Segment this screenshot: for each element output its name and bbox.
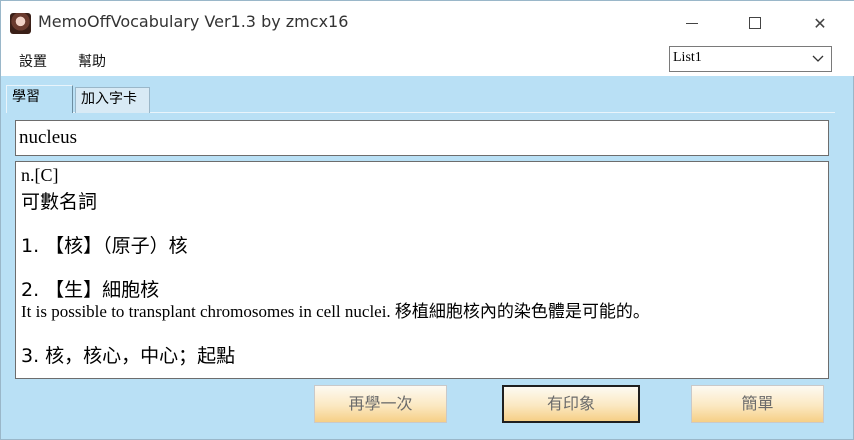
part-of-speech: n.[C] [21, 165, 59, 185]
app-window: MemoOffVocabulary Ver1.3 by zmcx16 ✕ 設置 … [0, 0, 854, 440]
close-icon: ✕ [813, 13, 827, 33]
minimize-button[interactable] [669, 1, 715, 45]
maximize-icon [749, 17, 761, 29]
example-sentence: It is possible to transplant chromosomes… [21, 302, 650, 321]
learn-again-button[interactable]: 再學一次 [314, 385, 447, 423]
word-field[interactable]: nucleus [15, 120, 829, 156]
list-select[interactable]: List1 [669, 46, 832, 72]
window-title: MemoOffVocabulary Ver1.3 by zmcx16 [38, 12, 349, 31]
maximize-button[interactable] [732, 1, 778, 45]
app-icon [10, 13, 31, 34]
minimize-icon [686, 22, 698, 24]
sense-3: 3. 核，核心，中心；起點 [21, 345, 236, 367]
menu-help[interactable]: 幫助 [78, 51, 106, 71]
easy-button[interactable]: 簡單 [691, 385, 824, 423]
impression-button[interactable]: 有印象 [502, 385, 640, 423]
close-button[interactable]: ✕ [797, 1, 843, 45]
menu-settings[interactable]: 設置 [19, 51, 47, 71]
tab-add-card[interactable]: 加入字卡 [75, 87, 150, 113]
definition-box[interactable]: n.[C] 可數名詞 1. 【核】（原子）核 2. 【生】細胞核 It is p… [15, 161, 829, 379]
word-text: nucleus [19, 127, 78, 148]
chevron-down-icon [812, 55, 824, 62]
sense-1: 1. 【核】（原子）核 [21, 235, 188, 257]
title-bar[interactable]: MemoOffVocabulary Ver1.3 by zmcx16 ✕ [1, 1, 854, 45]
tab-learn[interactable]: 學習 [6, 85, 73, 113]
part-of-speech-description: 可數名詞 [21, 191, 98, 213]
list-select-value: List1 [673, 50, 702, 65]
